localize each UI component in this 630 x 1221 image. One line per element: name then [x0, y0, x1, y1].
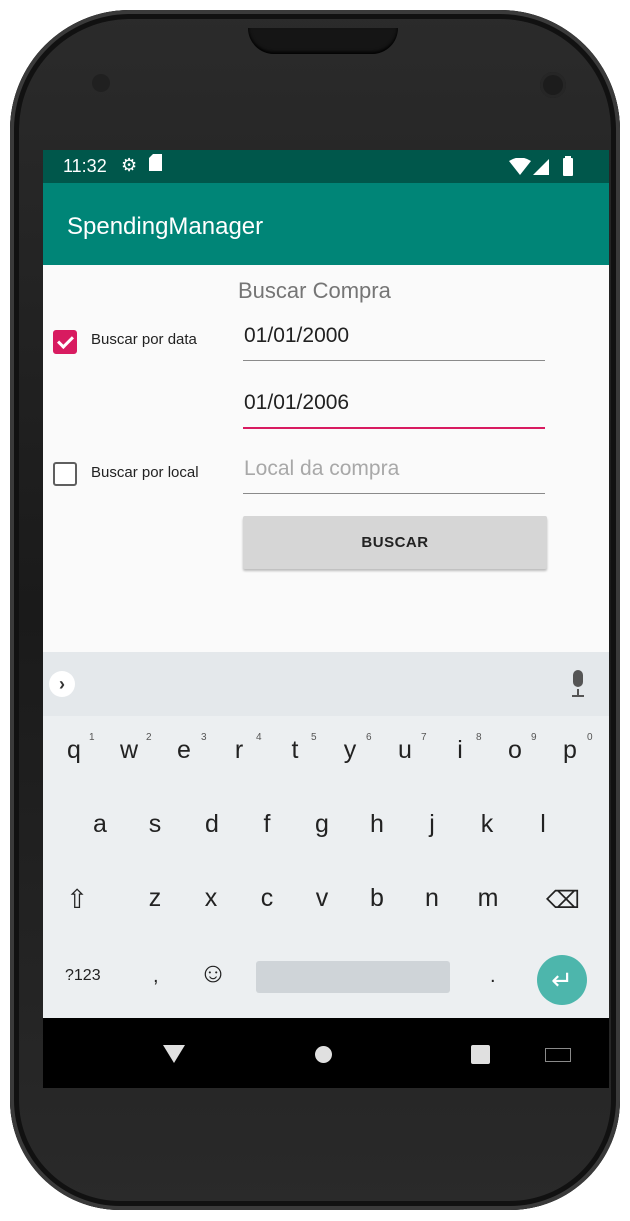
- key-b[interactable]: b: [357, 884, 397, 913]
- key-z[interactable]: z: [135, 884, 175, 913]
- search-button[interactable]: BUSCAR: [243, 516, 547, 569]
- local-search-checkbox[interactable]: [53, 462, 77, 486]
- form-title: Buscar Compra: [238, 278, 391, 303]
- key-k[interactable]: k: [467, 810, 507, 839]
- sd-card-icon: [149, 154, 162, 176]
- key-w[interactable]: w: [109, 736, 149, 765]
- key-u[interactable]: u: [385, 736, 425, 765]
- key-x[interactable]: x: [191, 884, 231, 913]
- backspace-icon[interactable]: ⌫: [543, 886, 583, 915]
- key-u-number: 7: [421, 732, 427, 743]
- date-search-label: Buscar por data: [91, 331, 197, 348]
- period-key[interactable]: .: [490, 965, 496, 988]
- date-search-checkbox[interactable]: [53, 330, 77, 354]
- key-c[interactable]: c: [247, 884, 287, 913]
- key-m[interactable]: m: [468, 884, 508, 913]
- soft-keyboard: › q 1 w 2 e 3 r 4 t 5 y 6 u 7 i 8 o 9 p …: [43, 652, 609, 1018]
- key-y-number: 6: [366, 732, 372, 743]
- symbols-key[interactable]: ?123: [65, 967, 101, 985]
- key-r[interactable]: r: [219, 736, 259, 765]
- battery-icon: [563, 156, 573, 181]
- emoji-icon[interactable]: ☺: [193, 957, 233, 989]
- enter-icon[interactable]: ↵: [537, 955, 587, 1005]
- app-bar: SpendingManager: [43, 183, 609, 265]
- shift-icon[interactable]: ⇧: [57, 884, 97, 915]
- cell-signal-icon: [533, 159, 549, 180]
- keyboard-switch-icon[interactable]: [545, 1048, 571, 1062]
- key-d[interactable]: d: [192, 810, 232, 839]
- local-field[interactable]: Local da compra: [243, 455, 545, 494]
- key-v[interactable]: v: [302, 884, 342, 913]
- microphone-icon[interactable]: [571, 670, 585, 698]
- key-p-number: 0: [587, 732, 593, 743]
- comma-key[interactable]: ,: [153, 965, 159, 988]
- date-to-field[interactable]: 01/01/2006: [243, 389, 545, 429]
- settings-gear-icon: ⚙: [121, 155, 138, 175]
- key-j[interactable]: j: [412, 810, 452, 839]
- navigation-bar: [43, 1018, 609, 1088]
- app-title: SpendingManager: [67, 213, 264, 240]
- key-e[interactable]: e: [164, 736, 204, 765]
- date-from-value: 01/01/2000: [244, 324, 350, 347]
- key-t-number: 5: [311, 732, 317, 743]
- key-h[interactable]: h: [357, 810, 397, 839]
- home-icon[interactable]: [315, 1046, 332, 1063]
- key-w-number: 2: [146, 732, 152, 743]
- date-to-value: 01/01/2006: [244, 391, 350, 414]
- chevron-right-icon[interactable]: ›: [49, 671, 75, 697]
- key-r-number: 4: [256, 732, 262, 743]
- key-a[interactable]: a: [80, 810, 120, 839]
- front-camera: [540, 72, 566, 98]
- key-s[interactable]: s: [135, 810, 175, 839]
- back-icon[interactable]: [163, 1045, 185, 1063]
- key-q[interactable]: q: [54, 736, 94, 765]
- key-e-number: 3: [201, 732, 207, 743]
- status-time: 11:32: [63, 156, 107, 176]
- screen: 11:32 ⚙ SpendingManager Buscar Compra Bu…: [43, 150, 609, 1088]
- key-i[interactable]: i: [440, 736, 480, 765]
- date-from-field[interactable]: 01/01/2000: [243, 322, 545, 361]
- status-bar: 11:32 ⚙: [43, 150, 609, 183]
- local-placeholder: Local da compra: [244, 457, 400, 480]
- suggestion-strip: ›: [43, 652, 609, 716]
- key-i-number: 8: [476, 732, 482, 743]
- proximity-sensor: [92, 74, 110, 92]
- key-o[interactable]: o: [495, 736, 535, 765]
- key-o-number: 9: [531, 732, 537, 743]
- key-q-number: 1: [89, 732, 95, 743]
- speaker-grille: [248, 28, 398, 54]
- key-f[interactable]: f: [247, 810, 287, 839]
- local-search-label: Buscar por local: [91, 464, 199, 481]
- key-t[interactable]: t: [275, 736, 315, 765]
- key-y[interactable]: y: [330, 736, 370, 765]
- recents-icon[interactable]: [471, 1045, 490, 1064]
- key-p[interactable]: p: [550, 736, 590, 765]
- key-g[interactable]: g: [302, 810, 342, 839]
- key-n[interactable]: n: [412, 884, 452, 913]
- key-l[interactable]: l: [523, 810, 563, 839]
- wifi-icon: [509, 157, 531, 180]
- space-key[interactable]: [256, 961, 450, 993]
